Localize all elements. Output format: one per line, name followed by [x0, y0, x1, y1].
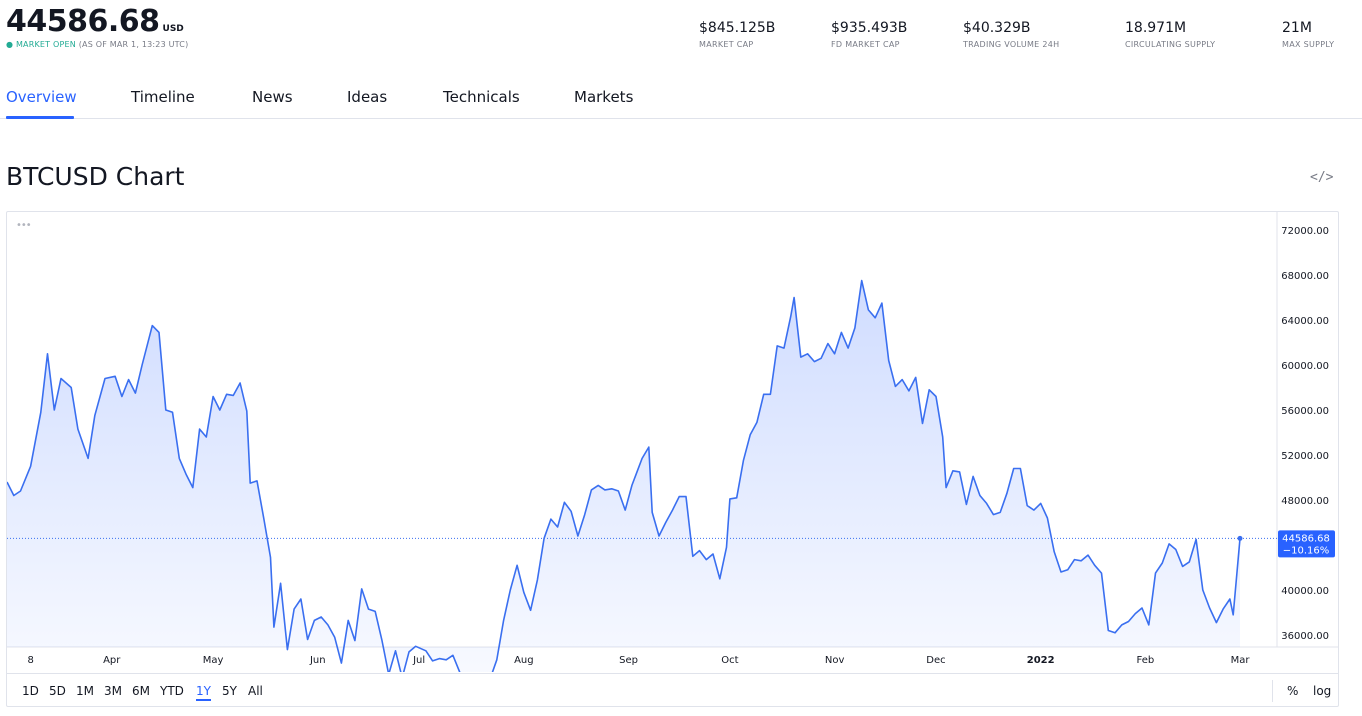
- status-time: (AS OF MAR 1, 13:23 UTC): [78, 40, 189, 49]
- market-open-label: MARKET OPEN: [15, 40, 76, 49]
- price-block: 44586.68 USD ● MARKET OPEN (AS OF MAR 1, …: [6, 4, 188, 49]
- stat-market-cap: $845.125B MARKET CAP: [699, 18, 775, 49]
- y-tick-label: 64000.00: [1281, 316, 1329, 327]
- range-5d-button[interactable]: 5D: [49, 684, 66, 698]
- x-tick-label: Jun: [309, 655, 326, 666]
- stat-label: FD MARKET CAP: [831, 40, 900, 49]
- x-tick-label: Sep: [619, 655, 638, 666]
- price-area-fill: [7, 280, 1240, 672]
- x-tick-label: 2022: [1027, 655, 1055, 666]
- chart-frame: 72000.00 68000.00 64000.00 60000.00 56000.00…: [6, 211, 1339, 707]
- range-6m-button[interactable]: 6M: [132, 684, 150, 698]
- price-row: 44586.68 USD: [6, 4, 188, 40]
- embed-code-icon[interactable]: </>: [1310, 170, 1333, 185]
- tab-technicals[interactable]: Technicals: [443, 88, 520, 106]
- tab-news[interactable]: News: [252, 88, 293, 106]
- y-tick-label: 40000.00: [1281, 586, 1329, 597]
- chart-title: BTCUSD Chart: [6, 162, 185, 191]
- price-chart[interactable]: 72000.00 68000.00 64000.00 60000.00 56000.00…: [7, 212, 1338, 672]
- stat-value: 18.971M: [1125, 20, 1187, 36]
- tab-markets[interactable]: Markets: [574, 88, 633, 106]
- market-status: ● MARKET OPEN (AS OF MAR 1, 13:23 UTC): [6, 40, 188, 49]
- active-tab-indicator: [6, 116, 74, 119]
- y-tick-label: 52000.00: [1281, 451, 1329, 462]
- x-tick-label: Apr: [103, 655, 121, 666]
- tab-ideas[interactable]: Ideas: [347, 88, 387, 106]
- tab-bar: Overview Timeline News Ideas Technicals …: [0, 80, 1362, 119]
- stat-label: TRADING VOLUME 24H: [963, 40, 1060, 49]
- status-dot-icon: ●: [6, 40, 14, 49]
- range-bar: 1D 5D 1M 3M 6M YTD 1Y 5Y All % log: [7, 673, 1338, 706]
- price-change-label: −10.16%: [1283, 545, 1330, 556]
- price-currency: USD: [162, 24, 184, 34]
- stat-label: MAX SUPPLY: [1282, 40, 1335, 49]
- range-5y-button[interactable]: 5Y: [222, 684, 237, 698]
- y-tick-label: 60000.00: [1281, 361, 1329, 372]
- stat-label: CIRCULATING SUPPLY: [1125, 40, 1216, 49]
- percent-scale-button[interactable]: %: [1287, 684, 1298, 698]
- stat-value: 21M: [1282, 20, 1312, 36]
- x-tick-label: Aug: [514, 655, 534, 666]
- x-tick-label: Feb: [1137, 655, 1155, 666]
- range-divider: [1272, 680, 1273, 702]
- last-price-point: [1237, 535, 1243, 541]
- stat-value: $935.493B: [831, 20, 908, 36]
- stat-max-supply: 21M MAX SUPPLY: [1282, 18, 1334, 49]
- stat-circulating-supply: 18.971M CIRCULATING SUPPLY: [1125, 18, 1215, 49]
- tab-overview[interactable]: Overview: [6, 88, 77, 106]
- stat-value: $40.329B: [963, 20, 1031, 36]
- range-1y-button[interactable]: 1Y: [196, 684, 211, 701]
- stat-fd-market-cap: $935.493B FD MARKET CAP: [831, 18, 907, 49]
- range-1d-button[interactable]: 1D: [22, 684, 39, 698]
- stat-label: MARKET CAP: [699, 40, 754, 49]
- last-price-label: 44586.68: [1282, 533, 1330, 544]
- x-tick-label: Dec: [926, 655, 945, 666]
- y-tick-label: 48000.00: [1281, 496, 1329, 507]
- y-tick-label: 56000.00: [1281, 406, 1329, 417]
- range-all-button[interactable]: All: [248, 684, 263, 698]
- range-ytd-button[interactable]: YTD: [160, 684, 184, 698]
- x-tick-label: 8: [27, 655, 33, 666]
- x-tick-label: Oct: [721, 655, 738, 666]
- current-price: 44586.68: [6, 4, 160, 39]
- range-1m-button[interactable]: 1M: [76, 684, 94, 698]
- x-tick-label: Jul: [412, 655, 425, 666]
- y-tick-label: 68000.00: [1281, 271, 1329, 282]
- x-tick-label: Mar: [1231, 655, 1251, 666]
- x-tick-label: May: [203, 655, 224, 666]
- stat-value: $845.125B: [699, 20, 776, 36]
- stat-trading-volume: $40.329B TRADING VOLUME 24H: [963, 18, 1059, 49]
- x-tick-label: Nov: [825, 655, 845, 666]
- tab-timeline[interactable]: Timeline: [131, 88, 195, 106]
- y-tick-label: 72000.00: [1281, 226, 1329, 237]
- log-scale-button[interactable]: log: [1313, 684, 1331, 698]
- y-tick-label: 36000.00: [1281, 631, 1329, 642]
- chart-menu-dots-icon[interactable]: •••: [16, 220, 32, 231]
- range-3m-button[interactable]: 3M: [104, 684, 122, 698]
